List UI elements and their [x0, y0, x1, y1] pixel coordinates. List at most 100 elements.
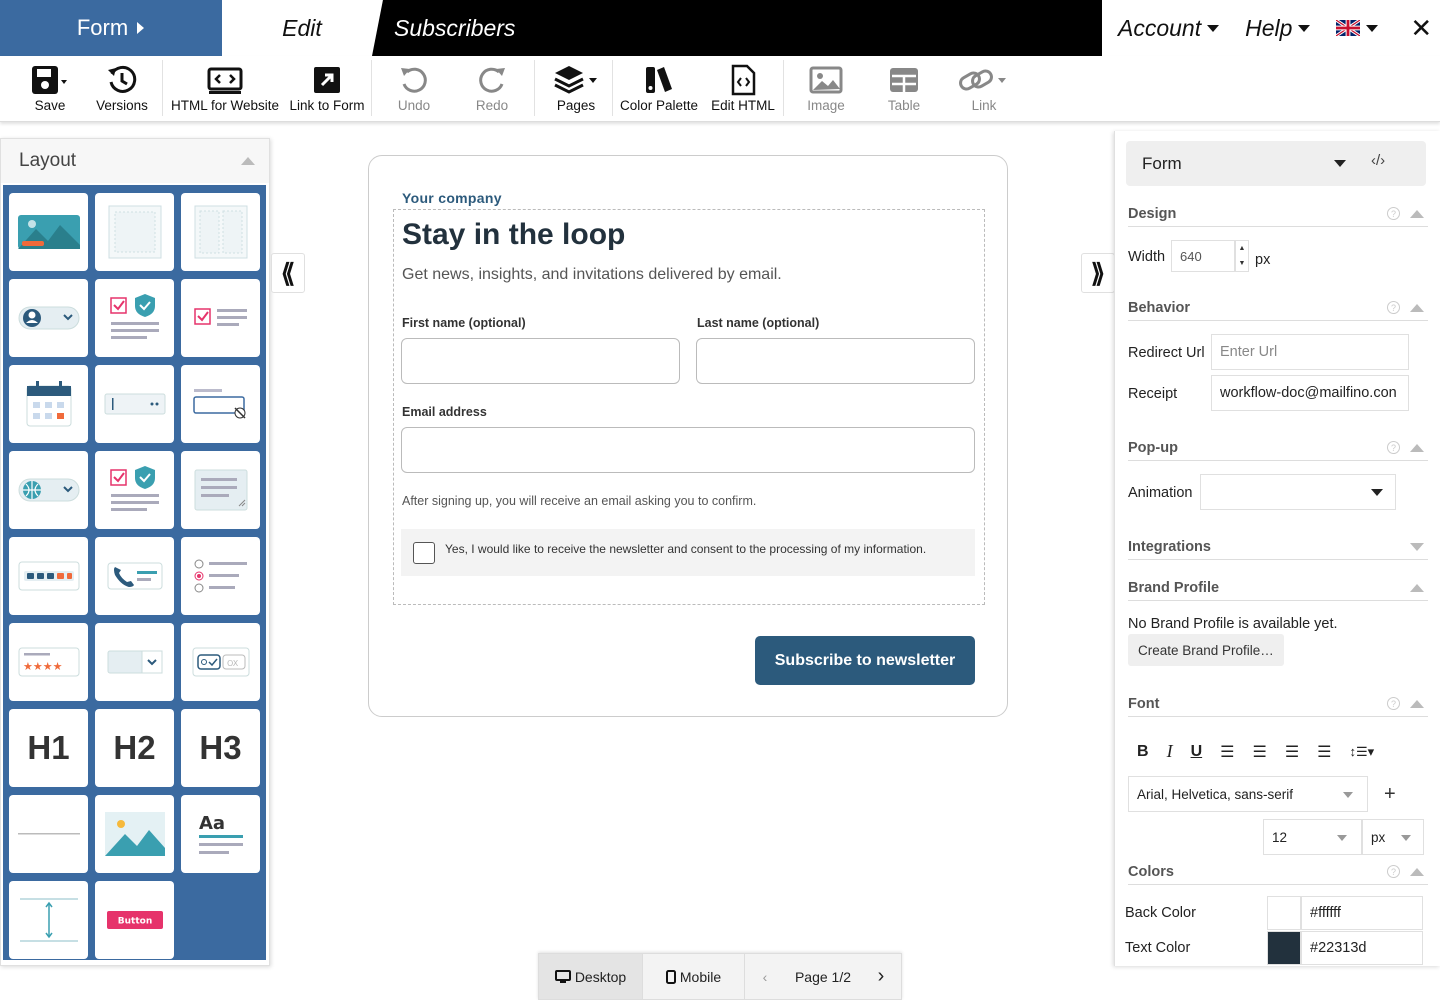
previous-page-button[interactable]: ‹: [745, 954, 785, 999]
back-color-input[interactable]: #ffffff: [1301, 896, 1423, 930]
font-unit-select[interactable]: px: [1362, 819, 1424, 855]
tile-single-column[interactable]: [95, 193, 174, 271]
design-section-header[interactable]: Design ?: [1128, 201, 1428, 227]
pages-button[interactable]: Pages: [546, 62, 606, 118]
font-size-select[interactable]: 12: [1263, 819, 1362, 855]
next-page-button[interactable]: ›: [861, 954, 901, 999]
account-menu[interactable]: Account: [1118, 15, 1220, 42]
tile-two-column[interactable]: [181, 193, 260, 271]
form-subtitle[interactable]: Get news, insights, and invitations deli…: [402, 266, 782, 284]
line-height-icon[interactable]: ↕☰▾: [1350, 744, 1375, 760]
tab-form[interactable]: Form: [0, 0, 232, 56]
create-brand-profile-button[interactable]: Create Brand Profile…: [1128, 634, 1284, 666]
link-to-form-button[interactable]: Link to Form: [286, 62, 368, 118]
tile-button[interactable]: Button: [95, 881, 174, 959]
brand-profile-section-header[interactable]: Brand Profile: [1128, 575, 1428, 601]
tile-textarea[interactable]: [181, 451, 260, 529]
tile-phone-input[interactable]: [95, 537, 174, 615]
tile-image[interactable]: [95, 795, 174, 873]
align-justify-icon[interactable]: ☰: [1317, 742, 1331, 762]
last-name-field[interactable]: [696, 338, 975, 384]
code-view-icon[interactable]: ‹/›: [1371, 152, 1385, 169]
subscribe-button[interactable]: Subscribe to newsletter: [755, 636, 975, 685]
collapse-right-panel-button[interactable]: ⟫: [1081, 253, 1115, 293]
colors-section-header[interactable]: Colors ?: [1128, 859, 1428, 885]
tile-heading-2[interactable]: H2: [95, 709, 174, 787]
width-input[interactable]: 640: [1171, 240, 1235, 272]
popup-section-header[interactable]: Pop-up ?: [1128, 435, 1428, 461]
animation-select[interactable]: [1200, 474, 1396, 510]
text-color-swatch[interactable]: [1267, 931, 1301, 965]
table-button[interactable]: Table: [878, 62, 930, 118]
consent-checkbox[interactable]: [413, 542, 435, 564]
language-menu[interactable]: [1336, 20, 1379, 36]
page-indicator: Page 1/2: [794, 968, 852, 985]
versions-button[interactable]: Versions: [90, 62, 154, 118]
tab-subscribers[interactable]: Subscribers: [394, 0, 515, 56]
tile-consent-checkbox-2[interactable]: [95, 451, 174, 529]
help-menu[interactable]: Help: [1245, 15, 1311, 42]
tile-country-select[interactable]: [9, 451, 88, 529]
tile-dropdown[interactable]: [95, 623, 174, 701]
tile-spacer[interactable]: [9, 881, 88, 959]
desktop-view-button[interactable]: Desktop: [539, 954, 643, 999]
help-icon[interactable]: ?: [1387, 301, 1400, 314]
email-field[interactable]: [401, 427, 975, 473]
first-name-field[interactable]: [401, 338, 680, 384]
help-icon[interactable]: ?: [1387, 441, 1400, 454]
back-color-swatch[interactable]: [1267, 896, 1301, 930]
integrations-section-header[interactable]: Integrations: [1128, 534, 1428, 560]
help-icon[interactable]: ?: [1387, 207, 1400, 220]
redirect-url-input[interactable]: Enter Url: [1211, 334, 1409, 370]
form-title[interactable]: Stay in the loop: [402, 218, 625, 252]
html-for-website-button[interactable]: HTML for Website: [168, 62, 282, 118]
edit-html-button[interactable]: Edit HTML: [708, 62, 778, 118]
tile-checkbox[interactable]: [181, 279, 260, 357]
width-stepper[interactable]: ▲ ▼: [1235, 240, 1249, 272]
italic-icon[interactable]: I: [1167, 741, 1173, 762]
svg-text:Aa: Aa: [199, 813, 225, 834]
tile-hidden-password[interactable]: [181, 365, 260, 443]
collapse-left-panel-button[interactable]: ⟪: [271, 253, 305, 293]
redo-button[interactable]: Redo: [466, 62, 518, 118]
text-color-input[interactable]: #22313d: [1301, 931, 1423, 965]
help-icon[interactable]: ?: [1387, 865, 1400, 878]
behavior-section-header[interactable]: Behavior ?: [1128, 295, 1428, 321]
tile-radio-group[interactable]: [181, 537, 260, 615]
tile-consent-checkbox[interactable]: [95, 279, 174, 357]
font-family-select[interactable]: Arial, Helvetica, sans-serif: [1128, 776, 1368, 812]
toolbar: Save Versions HTML for Website Link to F…: [0, 56, 1440, 122]
tile-heading-3[interactable]: H3: [181, 709, 260, 787]
save-button[interactable]: Save: [22, 62, 78, 118]
tile-rating[interactable]: ★★★★: [9, 623, 88, 701]
tile-date-picker[interactable]: [9, 365, 88, 443]
align-right-icon[interactable]: ☰: [1285, 742, 1299, 762]
tile-text-block[interactable]: Aa: [181, 795, 260, 873]
layout-panel-header[interactable]: Layout: [1, 139, 269, 183]
bold-icon[interactable]: B: [1137, 743, 1149, 761]
close-icon[interactable]: ✕: [1410, 13, 1432, 44]
help-icon[interactable]: ?: [1387, 697, 1400, 710]
mobile-view-button[interactable]: Mobile: [643, 954, 745, 999]
element-select[interactable]: Form ‹/›: [1126, 141, 1426, 186]
tile-heading-1[interactable]: H1: [9, 709, 88, 787]
underline-icon[interactable]: U: [1191, 743, 1203, 761]
tile-image-block[interactable]: [9, 193, 88, 271]
align-center-icon[interactable]: ☰: [1252, 742, 1266, 762]
undo-button[interactable]: Undo: [388, 62, 440, 118]
company-name[interactable]: Your company: [402, 190, 502, 206]
last-name-label: Last name (optional): [697, 316, 820, 330]
receipt-input[interactable]: workflow-doc@mailfino.con: [1211, 375, 1409, 411]
link-button[interactable]: Link: [956, 62, 1012, 118]
color-palette-button[interactable]: Color Palette: [618, 62, 700, 118]
tile-toggle[interactable]: OX: [181, 623, 260, 701]
image-button[interactable]: Image: [798, 62, 854, 118]
tile-password-input[interactable]: [95, 365, 174, 443]
tile-divider[interactable]: [9, 795, 88, 873]
font-section-header[interactable]: Font ?: [1128, 691, 1428, 717]
tab-edit[interactable]: Edit: [222, 0, 382, 56]
tile-code-input[interactable]: [9, 537, 88, 615]
align-left-icon[interactable]: ☰: [1220, 742, 1234, 762]
tile-user-select[interactable]: [9, 279, 88, 357]
add-font-icon[interactable]: +: [1384, 783, 1396, 806]
